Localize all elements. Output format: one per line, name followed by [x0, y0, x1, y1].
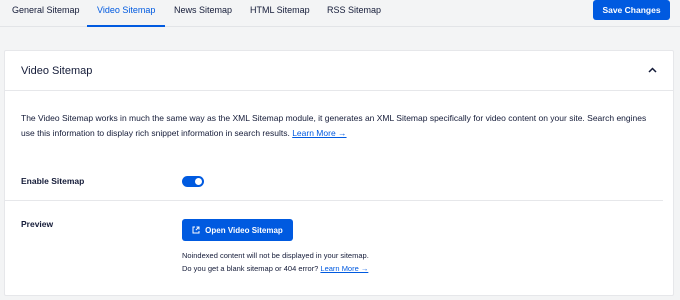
enable-sitemap-toggle[interactable]: [182, 176, 204, 187]
tab-html-sitemap[interactable]: HTML Sitemap: [250, 0, 310, 27]
toggle-knob: [195, 178, 202, 185]
divider: [5, 200, 663, 201]
chevron-up-icon[interactable]: [645, 63, 659, 77]
card-title: Video Sitemap: [21, 65, 93, 77]
noindex-note: Noindexed content will not be displayed …: [182, 251, 369, 260]
tab-rss-sitemap[interactable]: RSS Sitemap: [327, 0, 381, 27]
video-sitemap-card: Video Sitemap The Video Sitemap works in…: [4, 50, 674, 296]
open-video-sitemap-button[interactable]: Open Video Sitemap: [182, 219, 293, 241]
learn-more-link[interactable]: Learn More →: [292, 128, 346, 138]
blank-sitemap-question: Do you get a blank sitemap or 404 error?: [182, 264, 319, 273]
tab-bar: General Sitemap Video Sitemap News Sitem…: [0, 0, 680, 27]
sitemap-description: The Video Sitemap works in much the same…: [21, 111, 661, 141]
enable-sitemap-label: Enable Sitemap: [21, 176, 85, 186]
tab-video-sitemap[interactable]: Video Sitemap: [87, 0, 165, 27]
note-learn-more-link[interactable]: Learn More →: [320, 264, 368, 273]
preview-label: Preview: [21, 219, 54, 229]
blank-sitemap-note: Do you get a blank sitemap or 404 error?…: [182, 264, 368, 274]
tab-news-sitemap[interactable]: News Sitemap: [174, 0, 232, 27]
tab-general-sitemap[interactable]: General Sitemap: [12, 0, 80, 27]
open-button-label: Open Video Sitemap: [205, 225, 283, 235]
card-header[interactable]: Video Sitemap: [5, 51, 673, 91]
save-changes-button[interactable]: Save Changes: [593, 0, 670, 20]
external-link-icon: [192, 226, 200, 234]
